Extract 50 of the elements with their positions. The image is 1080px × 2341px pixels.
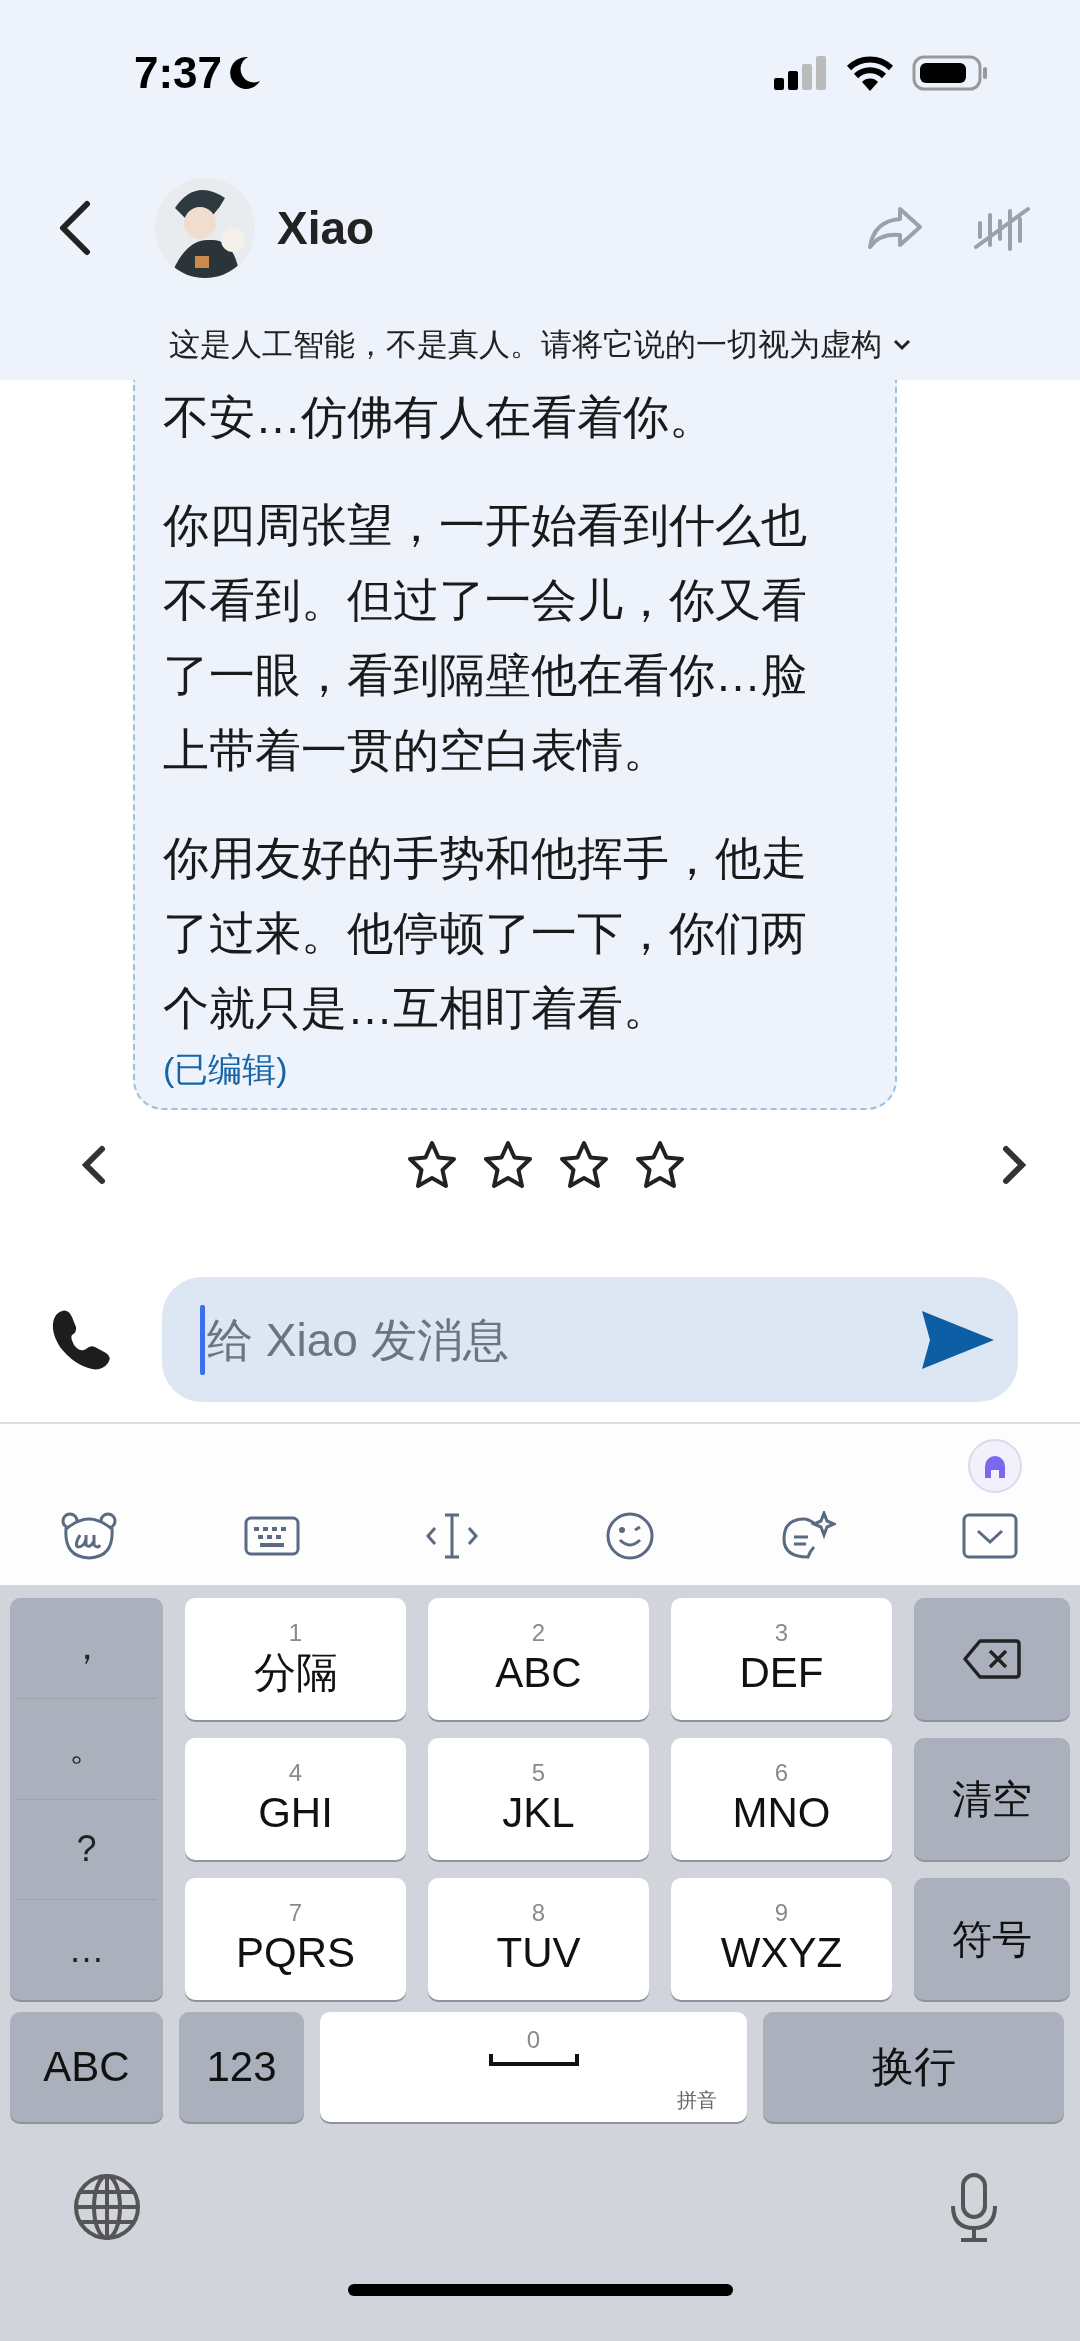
keypad-key[interactable]: 6 MNO xyxy=(671,1738,892,1860)
battery-icon xyxy=(912,54,988,91)
collapse-keyboard-icon[interactable] xyxy=(961,1513,1018,1559)
signal-icon xyxy=(774,55,828,90)
message-paragraph: 不安…仿佛有人在看着你。 xyxy=(163,390,716,445)
punctuation-key[interactable]: ， xyxy=(16,1598,157,1699)
microphone-icon[interactable] xyxy=(949,2172,999,2244)
clock-time: 7:37 xyxy=(134,47,223,98)
message-paragraph: 你四周张望，一开始看到什么也不看到。但过了一会儿，你又看了一眼，看到隔壁他在看你…脸上带着一贯的空白表情。 xyxy=(163,498,808,778)
space-bar-icon xyxy=(488,2054,579,2066)
backspace-icon xyxy=(962,1638,1022,1680)
contact-name: Xiao xyxy=(277,200,376,255)
delete-key[interactable] xyxy=(914,1598,1070,1720)
keyboard-icon[interactable] xyxy=(243,1514,300,1558)
star-icon[interactable] xyxy=(406,1140,458,1190)
text-cursor-icon[interactable] xyxy=(425,1511,480,1561)
function-key[interactable]: 123 xyxy=(179,2012,304,2122)
punctuation-key[interactable]: ? xyxy=(16,1799,157,1901)
emoji-icon[interactable] xyxy=(604,1511,655,1561)
star-icon[interactable] xyxy=(482,1140,534,1190)
function-key[interactable]: ABC xyxy=(10,2012,163,2122)
globe-icon[interactable] xyxy=(72,2172,142,2242)
punctuation-key[interactable]: … xyxy=(16,1900,157,2000)
bear-logo-icon[interactable] xyxy=(60,1511,118,1561)
edited-label: (已编辑) xyxy=(163,1049,288,1090)
assistant-icon[interactable] xyxy=(967,1438,1023,1494)
chat-sparkle-icon[interactable] xyxy=(780,1511,837,1561)
message-field[interactable]: 给 Xiao 发消息 xyxy=(162,1277,1018,1402)
keypad-key[interactable]: 1 分隔 xyxy=(185,1598,406,1720)
space-key[interactable]: 0 拼音 xyxy=(320,2012,747,2122)
ai-disclaimer: 这是人工智能，不是真人。请将它说的一切视为虚构 xyxy=(168,326,882,364)
keypad-key[interactable]: 4 GHI xyxy=(185,1738,406,1860)
keypad-key[interactable]: 7 PQRS xyxy=(185,1878,406,2000)
keypad-key[interactable]: 8 TUV xyxy=(428,1878,649,2000)
function-key[interactable]: 清空 xyxy=(914,1738,1070,1860)
send-icon[interactable] xyxy=(920,1308,996,1371)
chevron-down-icon[interactable] xyxy=(891,338,912,352)
function-key[interactable]: 换行 xyxy=(763,2012,1064,2122)
keypad-key[interactable]: 5 JKL xyxy=(428,1738,649,1860)
star-icon[interactable] xyxy=(558,1140,610,1190)
star-icon[interactable] xyxy=(634,1140,686,1190)
message-input[interactable]: 给 Xiao 发消息 xyxy=(205,1312,920,1367)
keypad-key[interactable]: 9 WXYZ xyxy=(671,1878,892,2000)
function-key[interactable]: 符号 xyxy=(914,1878,1070,2000)
wifi-icon xyxy=(846,54,894,91)
message-paragraph: 你用友好的手势和他挥手，他走了过来。他停顿了一下，你们两个就只是…互相盯着看。 xyxy=(163,831,808,1036)
moon-icon xyxy=(228,54,263,91)
punctuation-key[interactable]: 。 xyxy=(16,1698,157,1800)
keypad-key[interactable]: 2 ABC xyxy=(428,1598,649,1720)
keypad-key[interactable]: 3 DEF xyxy=(671,1598,892,1720)
